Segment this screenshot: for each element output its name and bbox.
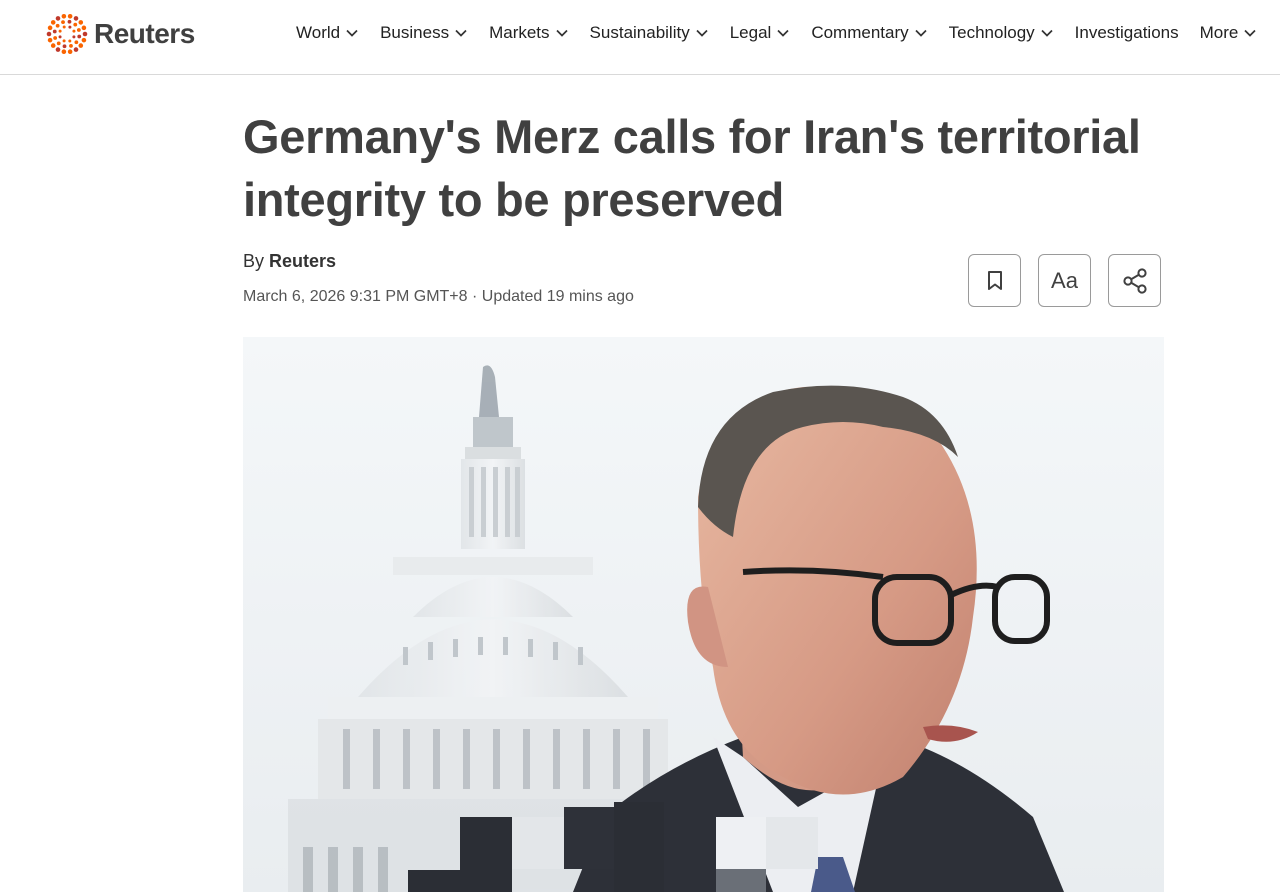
logo-dot	[50, 20, 56, 25]
logo-dot	[55, 47, 61, 52]
logo-dot	[61, 13, 67, 19]
nav-item-label: Sustainability	[589, 23, 690, 42]
nav-item-commentary[interactable]: Commentary	[811, 23, 927, 43]
chevron-down-icon	[555, 29, 568, 37]
logo-dot	[82, 31, 88, 37]
logo-dot	[55, 16, 61, 21]
text-size-button[interactable]: Aa	[1038, 254, 1091, 307]
article-tools: Aa	[968, 254, 1161, 307]
logo-dot	[67, 49, 73, 55]
reuters-logo-icon	[46, 13, 88, 55]
logo-dot	[53, 36, 58, 40]
main-nav: World Business Markets Sustainability Le…	[296, 20, 1257, 46]
bookmark-button[interactable]	[968, 254, 1021, 307]
photo-illustration	[243, 337, 1164, 892]
logo-dot	[72, 35, 76, 39]
logo-dot	[73, 16, 79, 21]
logo-dot	[58, 35, 62, 39]
byline-prefix: By	[243, 251, 265, 271]
article-hero-photo[interactable]	[243, 337, 1164, 892]
nav-item-markets[interactable]: Markets	[489, 23, 568, 43]
nav-item-more[interactable]: More	[1200, 23, 1258, 43]
logo-dot	[81, 37, 87, 43]
article-headline: Germany's Merz calls for Iran's territor…	[243, 110, 1141, 226]
logo-dot	[46, 31, 52, 37]
nav-item-label: Markets	[489, 23, 550, 42]
logo-dot	[55, 23, 60, 28]
logo-dot	[68, 39, 72, 43]
logo-dot	[61, 20, 65, 25]
nav-item-label: Investigations	[1074, 23, 1179, 42]
share-icon	[1122, 267, 1147, 294]
logo-dot	[47, 37, 53, 43]
reuters-logo[interactable]: Reuters	[46, 12, 195, 56]
byline-author-link[interactable]: Reuters	[269, 251, 336, 271]
logo-dot	[47, 25, 53, 31]
logo-dot	[77, 34, 82, 39]
logo-dot	[81, 25, 87, 31]
text-size-label: Aa	[1051, 267, 1078, 293]
nav-item-technology[interactable]: Technology	[949, 23, 1054, 43]
logo-dot	[78, 43, 84, 48]
logo-dot	[67, 19, 72, 24]
logo-dot	[73, 47, 79, 52]
logo-dot	[56, 41, 61, 46]
chevron-down-icon	[696, 29, 708, 37]
logo-dot	[76, 28, 81, 32]
chevron-down-icon	[455, 29, 467, 37]
nav-item-label: World	[296, 23, 341, 42]
logo-dot	[61, 49, 67, 55]
chevron-down-icon	[777, 29, 789, 37]
nav-item-business[interactable]: Business	[380, 23, 468, 43]
bookmark-icon	[987, 270, 1002, 290]
chevron-down-icon	[346, 29, 358, 37]
nav-item-investigations[interactable]: Investigations	[1075, 23, 1179, 43]
logo-dot	[73, 22, 78, 27]
logo-dot	[52, 29, 57, 34]
logo-dot	[58, 29, 62, 33]
chevron-down-icon	[1041, 29, 1053, 37]
nav-item-label: Commentary	[811, 23, 909, 42]
logo-dot	[69, 43, 73, 48]
nav-item-label: More	[1199, 23, 1239, 42]
logo-dot	[78, 20, 84, 25]
logo-dot	[62, 25, 66, 29]
nav-item-label: Technology	[948, 23, 1035, 42]
nav-item-legal[interactable]: Legal	[730, 23, 791, 43]
site-header: Reuters World Business Markets Sustainab…	[0, 0, 1280, 75]
nav-item-label: Legal	[729, 23, 772, 42]
chevron-down-icon	[1244, 29, 1256, 37]
brand-name: Reuters	[94, 18, 195, 49]
chevron-down-icon	[915, 29, 927, 37]
nav-item-label: Business	[380, 23, 450, 42]
logo-dot	[62, 44, 67, 49]
nav-item-world[interactable]: World	[296, 23, 359, 43]
logo-dot	[67, 13, 73, 19]
logo-dot	[50, 43, 56, 48]
logo-dot	[68, 25, 72, 29]
logo-dot	[62, 39, 66, 43]
logo-dot	[74, 40, 79, 45]
share-button[interactable]	[1108, 254, 1161, 307]
nav-item-sustainability[interactable]: Sustainability	[590, 23, 709, 43]
logo-dot	[72, 29, 76, 33]
